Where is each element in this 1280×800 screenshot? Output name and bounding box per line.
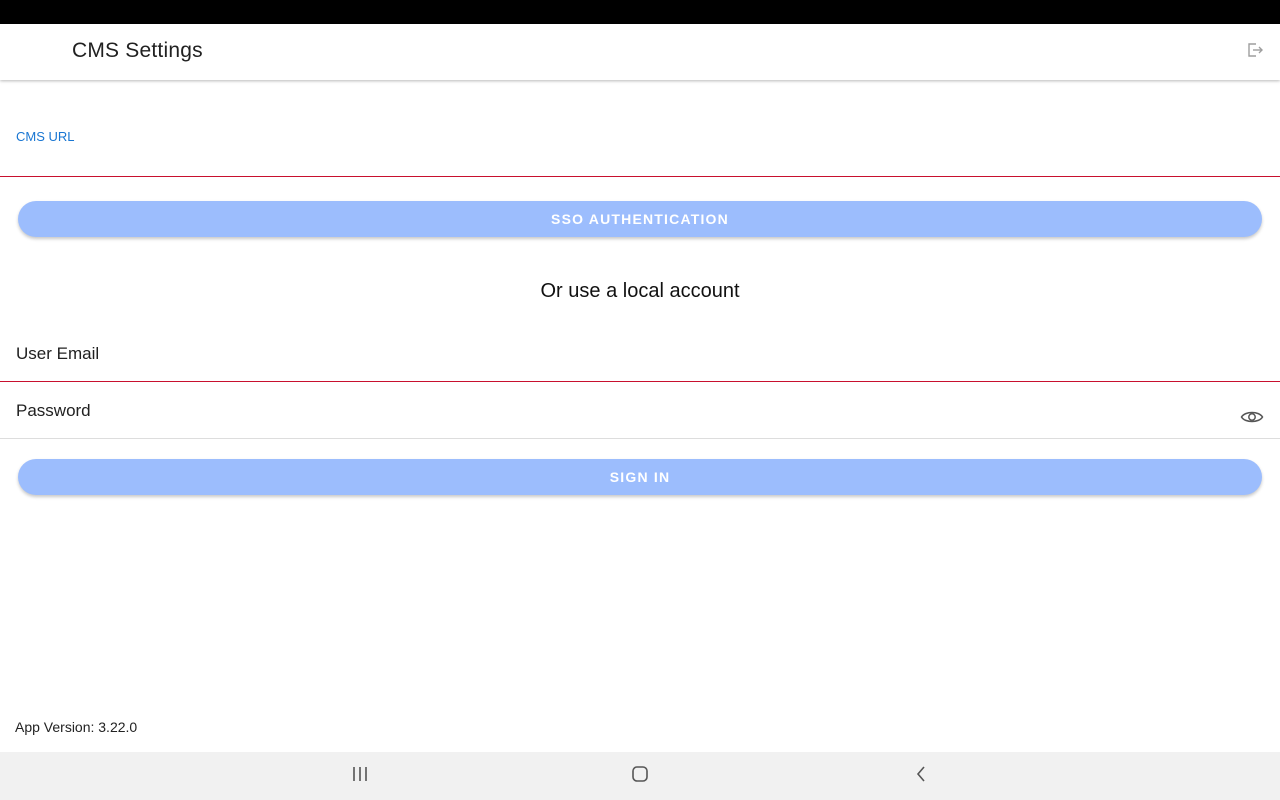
back-icon: [915, 765, 927, 787]
cms-url-field: CMS URL: [0, 80, 1280, 177]
home-button[interactable]: [625, 764, 655, 788]
status-bar: [0, 0, 1280, 24]
home-icon: [631, 765, 649, 788]
sign-in-button[interactable]: SIGN IN: [18, 459, 1262, 495]
system-nav-bar: [0, 752, 1280, 800]
cms-url-input[interactable]: [16, 146, 1220, 170]
eye-icon: [1240, 409, 1264, 430]
app-bar: CMS Settings: [0, 24, 1280, 80]
back-button[interactable]: [906, 764, 936, 788]
sso-authentication-button[interactable]: SSO AUTHENTICATION: [18, 201, 1262, 237]
password-visibility-toggle[interactable]: [1238, 407, 1266, 431]
user-email-field: User Email: [0, 320, 1280, 382]
recents-icon: [351, 766, 369, 787]
logout-icon: [1246, 41, 1264, 64]
password-field: Password: [0, 382, 1280, 439]
app-version: App Version: 3.22.0: [15, 719, 138, 735]
logout-button[interactable]: [1240, 37, 1270, 67]
local-account-heading: Or use a local account: [540, 280, 740, 302]
cms-url-label: CMS URL: [16, 129, 75, 144]
recents-button[interactable]: [345, 764, 375, 788]
page-title: CMS Settings: [72, 39, 203, 62]
